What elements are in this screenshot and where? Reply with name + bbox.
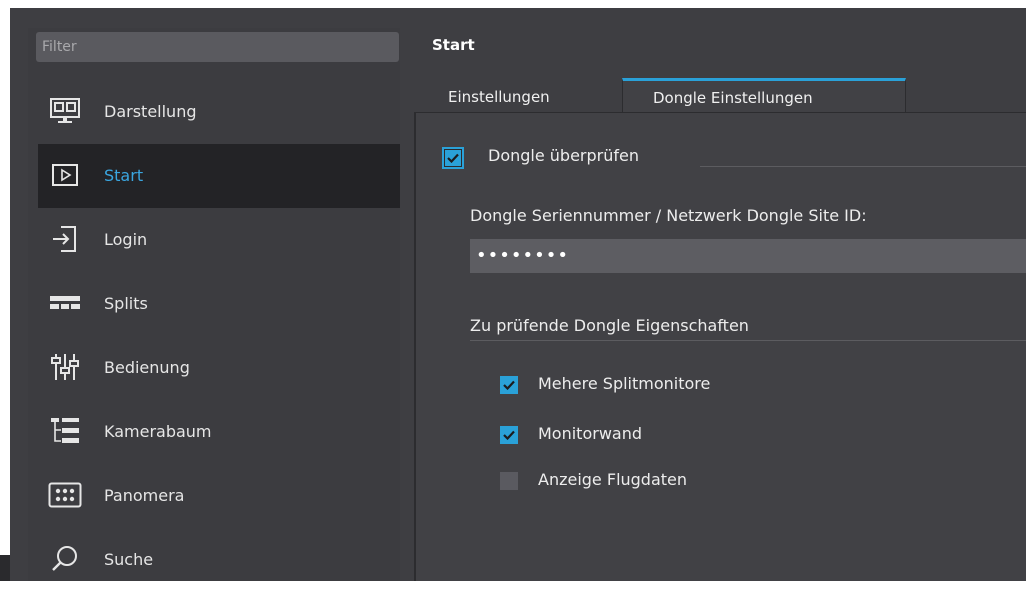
serial-label: Dongle Seriennummer / Netzwerk Dongle Si… <box>470 206 867 225</box>
check-icon <box>445 150 461 166</box>
window-edge <box>0 555 10 581</box>
sidebar-item-login[interactable]: Login <box>38 208 400 272</box>
settings-panel <box>414 113 1026 581</box>
login-icon <box>48 224 82 254</box>
sliders-icon <box>48 352 82 382</box>
filter-input[interactable]: Filter <box>36 32 399 62</box>
sidebar-item-label: Kamerabaum <box>104 422 212 441</box>
page-title: Start <box>432 36 475 54</box>
dongle-check-label: Dongle überprüfen <box>488 146 639 165</box>
serial-password-input[interactable]: •••••••• <box>470 239 1026 273</box>
play-icon <box>48 160 82 190</box>
property-checkbox-monitorwand[interactable] <box>500 426 518 444</box>
dongle-check-checkbox[interactable] <box>442 147 464 169</box>
sidebar-item-label: Splits <box>104 294 148 313</box>
sidebar-item-start[interactable]: Start <box>38 144 400 208</box>
sidebar-item-label: Suche <box>104 550 154 569</box>
sidebar-item-label: Darstellung <box>104 102 197 121</box>
sidebar-item-kamerabaum[interactable]: Kamerabaum <box>38 400 400 464</box>
property-label: Mehere Splitmonitore <box>538 374 711 393</box>
group-divider <box>700 166 1026 167</box>
splits-icon <box>48 288 82 318</box>
sidebar-item-suche[interactable]: Suche <box>38 528 400 592</box>
tab-dongle-einstellungen[interactable]: Dongle Einstellungen <box>622 78 906 114</box>
sidebar-item-splits[interactable]: Splits <box>38 272 400 336</box>
check-icon <box>503 380 515 390</box>
properties-divider <box>470 340 1026 341</box>
property-label: Anzeige Flugdaten <box>538 470 688 489</box>
properties-heading: Zu prüfende Dongle Eigenschaften <box>470 316 749 335</box>
monitor-icon <box>48 96 82 126</box>
sidebar-item-panomera[interactable]: Panomera <box>38 464 400 528</box>
sidebar-item-darstellung[interactable]: Darstellung <box>38 80 400 144</box>
search-icon <box>48 544 82 574</box>
tree-icon <box>48 416 82 446</box>
sidebar-item-label: Login <box>104 230 148 249</box>
property-label: Monitorwand <box>538 424 643 443</box>
sidebar-item-bedienung[interactable]: Bedienung <box>38 336 400 400</box>
grid-icon <box>48 480 82 510</box>
sidebar-item-label: Bedienung <box>104 358 190 377</box>
sidebar-item-label: Start <box>104 166 144 185</box>
check-icon <box>503 430 515 440</box>
tab-einstellungen[interactable]: Einstellungen <box>432 78 622 114</box>
sidebar-item-label: Panomera <box>104 486 185 505</box>
property-checkbox-flugdaten[interactable] <box>500 472 518 490</box>
property-checkbox-splitmonitore[interactable] <box>500 376 518 394</box>
